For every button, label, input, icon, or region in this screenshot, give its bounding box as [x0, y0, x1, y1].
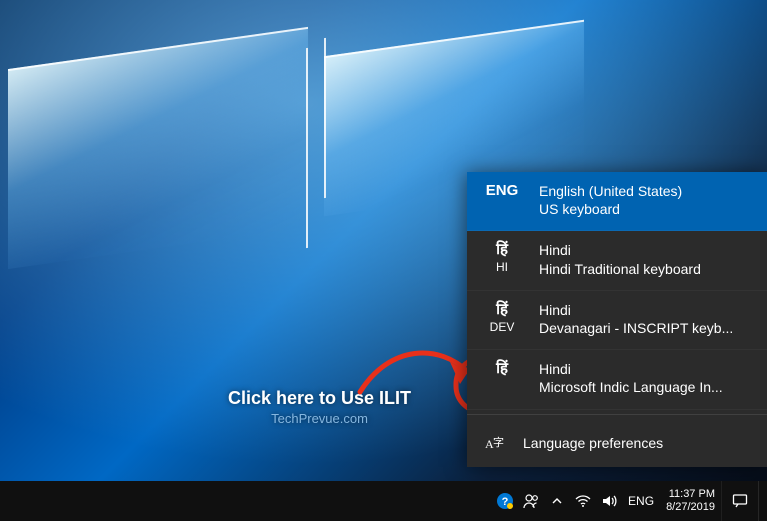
language-code-big: हिं — [481, 241, 523, 260]
language-preferences-link[interactable]: A 字 Language preferences — [467, 419, 767, 467]
language-indicator-label: ENG — [628, 494, 654, 508]
language-switcher-flyout: ENG English (United States) US keyboard … — [467, 172, 767, 467]
language-option-hindi-devanagari[interactable]: हिं DEV Hindi Devanagari - INSCRIPT keyb… — [467, 291, 767, 350]
annotation-overlay: Click here to Use ILIT TechPrevue.com — [228, 388, 411, 426]
taskbar-time: 11:37 PM — [669, 488, 715, 501]
language-option-eng-us[interactable]: ENG English (United States) US keyboard — [467, 172, 767, 231]
language-name: Hindi — [539, 241, 753, 259]
language-indicator-button[interactable]: ENG — [622, 481, 660, 521]
language-code-big: हिं — [481, 301, 523, 320]
language-code-small: DEV — [481, 320, 523, 335]
language-text: Hindi Devanagari - INSCRIPT keyb... — [539, 301, 753, 337]
volume-tray-icon[interactable] — [596, 481, 622, 521]
language-preferences-icon: A 字 — [485, 433, 505, 453]
language-keyboard: Hindi Traditional keyboard — [539, 260, 753, 278]
separator — [467, 414, 767, 415]
language-text: Hindi Microsoft Indic Language In... — [539, 360, 753, 396]
show-desktop-button[interactable] — [758, 481, 765, 521]
taskbar-clock[interactable]: 11:37 PM 8/27/2019 — [660, 488, 721, 513]
language-code: हिं HI — [481, 241, 523, 275]
language-name: Hindi — [539, 360, 753, 378]
language-text: English (United States) US keyboard — [539, 182, 753, 218]
system-tray: ? — [492, 481, 765, 521]
language-keyboard: Microsoft Indic Language In... — [539, 378, 753, 396]
language-preferences-label: Language preferences — [523, 435, 663, 451]
people-tray-icon[interactable] — [518, 481, 544, 521]
annotation-sub-text: TechPrevue.com — [228, 411, 411, 426]
svg-text:字: 字 — [493, 435, 504, 449]
language-keyboard: US keyboard — [539, 200, 753, 218]
wifi-tray-icon[interactable] — [570, 481, 596, 521]
wallpaper-edge — [324, 38, 326, 198]
language-option-hindi-traditional[interactable]: हिं HI Hindi Hindi Traditional keyboard — [467, 231, 767, 290]
taskbar: ? — [0, 481, 767, 521]
wallpaper-edge — [306, 48, 308, 248]
language-text: Hindi Hindi Traditional keyboard — [539, 241, 753, 277]
language-code-big: हिं — [481, 360, 523, 379]
annotation-main-text: Click here to Use ILIT — [228, 388, 411, 409]
taskbar-date: 8/27/2019 — [666, 501, 715, 514]
language-keyboard: Devanagari - INSCRIPT keyb... — [539, 319, 753, 337]
language-code: हिं DEV — [481, 301, 523, 335]
language-code-big: ENG — [481, 182, 523, 201]
language-code-small: HI — [481, 260, 523, 275]
help-tray-icon[interactable]: ? — [492, 481, 518, 521]
language-code: ENG — [481, 182, 523, 201]
language-code: हिं — [481, 360, 523, 379]
language-name: English (United States) — [539, 182, 753, 200]
tray-overflow-chevron-icon[interactable] — [544, 481, 570, 521]
action-center-button[interactable] — [721, 481, 758, 521]
language-option-hindi-indic[interactable]: हिं Hindi Microsoft Indic Language In... — [467, 350, 767, 409]
language-name: Hindi — [539, 301, 753, 319]
